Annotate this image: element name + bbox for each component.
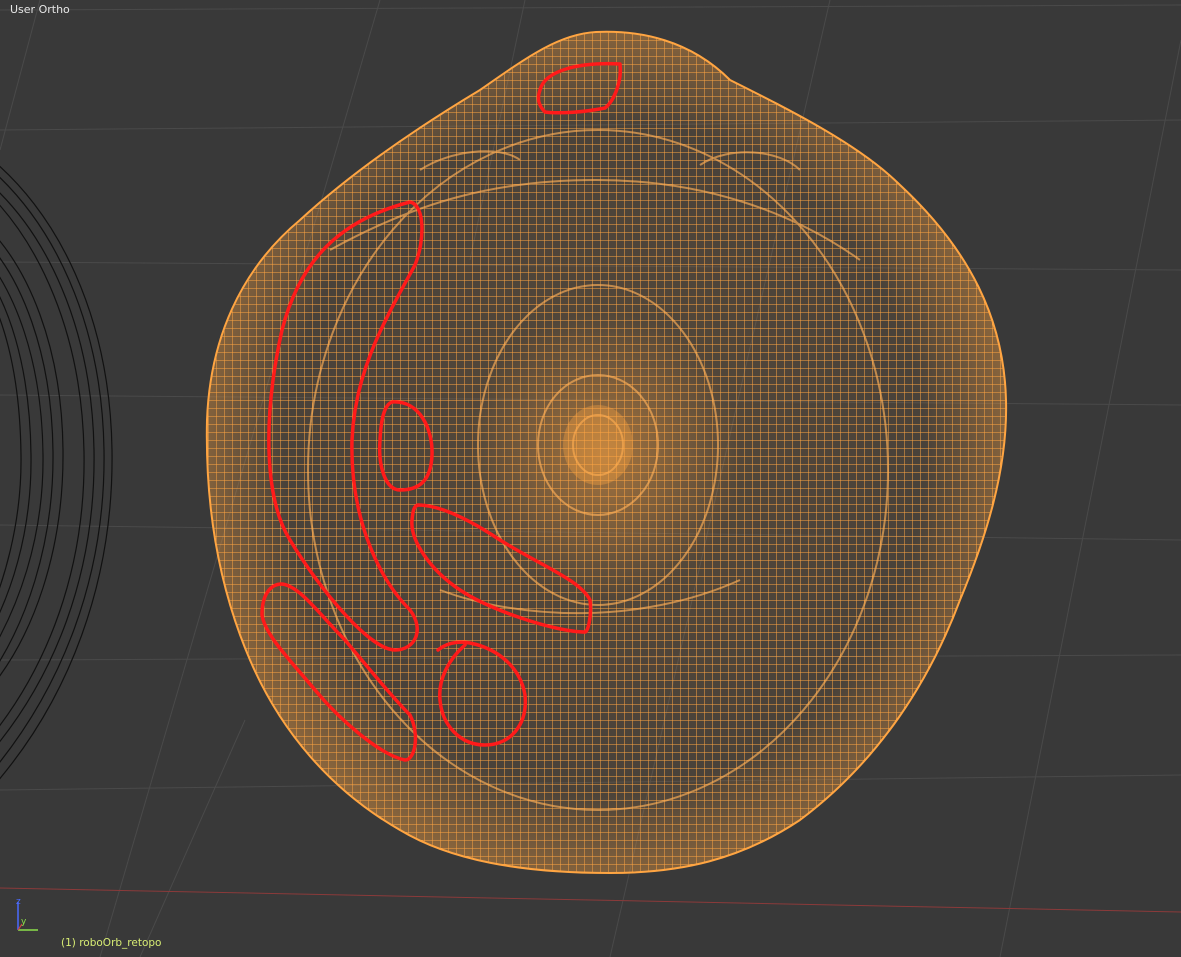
mesh-roboorb-retopo[interactable] (190, 20, 1020, 890)
y-axis-label: y (21, 917, 27, 927)
x-axis-line (0, 887, 1181, 913)
background-object-wireframe[interactable] (0, 150, 113, 790)
axis-gizmo: z y (16, 897, 38, 931)
z-axis-label: z (16, 897, 21, 907)
viewport-scene[interactable] (0, 0, 1181, 957)
view-mode-label: User Ortho (10, 3, 70, 16)
active-object-label: (1) roboOrb_retopo (61, 937, 162, 949)
3d-viewport[interactable]: User Ortho z y (1) roboOrb_retopo (0, 0, 1181, 957)
